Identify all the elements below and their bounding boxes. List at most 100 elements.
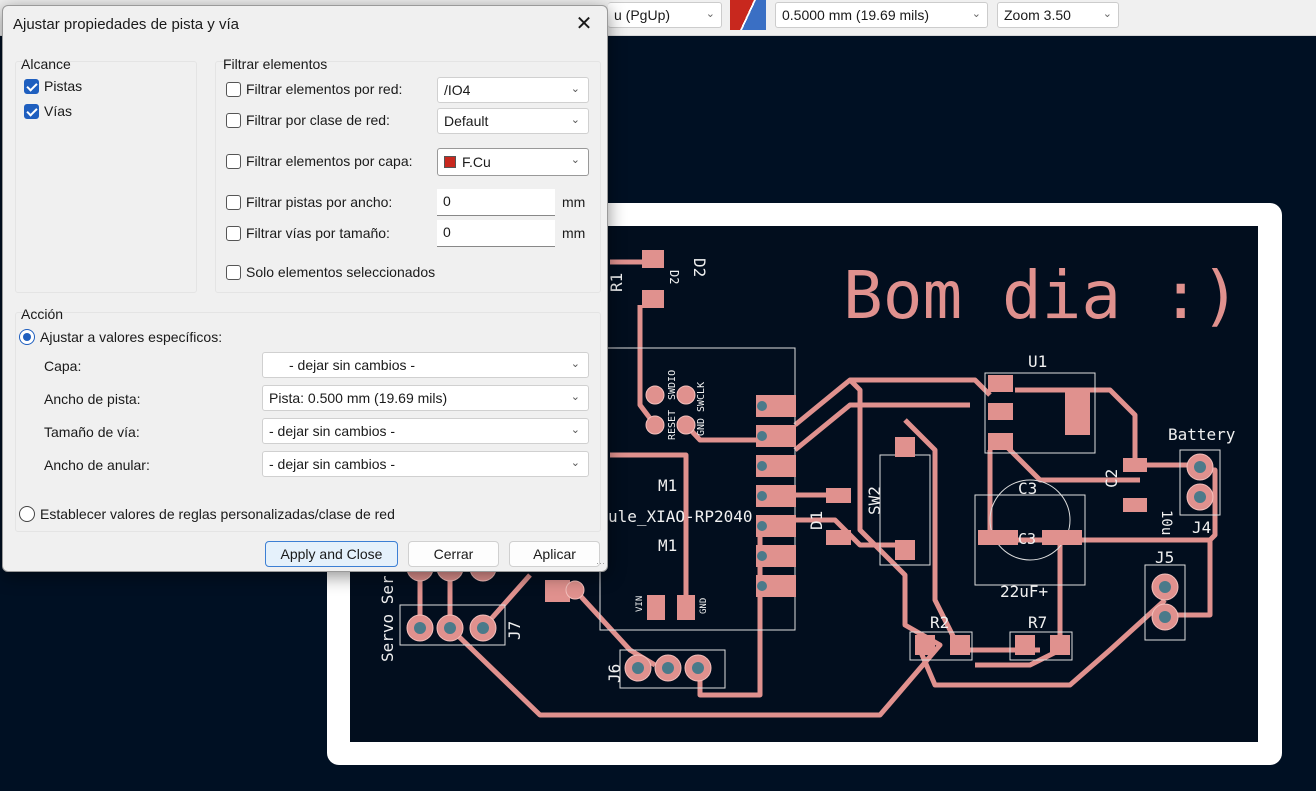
scope-title: Alcance (21, 56, 71, 72)
checkbox-checked-icon (24, 103, 39, 119)
checkbox-checked-icon (24, 78, 39, 94)
label-servo: Servo Ser (378, 575, 397, 662)
layer-filter-select[interactable]: F.Cu ⌄ (437, 148, 589, 176)
layer-pair-value: u (PgUp) (614, 7, 671, 23)
track-width-unit: mm (562, 194, 586, 210)
label-j4: J4 (1192, 518, 1211, 537)
close-icon[interactable]: ✕ (569, 10, 599, 38)
zoom-select[interactable]: Zoom 3.50 ⌄ (997, 2, 1119, 28)
filter-netclass-checkbox[interactable]: Filtrar por clase de red: (226, 112, 390, 128)
label-r7: R7 (1028, 613, 1047, 632)
checkbox-icon (226, 264, 241, 280)
board-text: Bom dia :) (843, 257, 1240, 334)
label-sw2: SW2 (865, 486, 884, 515)
chevron-down-icon: ⌄ (705, 8, 715, 20)
set-netclass-radio[interactable]: Establecer valores de reglas personaliza… (19, 506, 395, 522)
annular-label: Ancho de anular: (44, 457, 150, 473)
label-m1: M1 (658, 476, 677, 495)
annular-select[interactable]: - dejar sin cambios - ⌄ (262, 451, 589, 477)
vias-label: Vías (44, 103, 73, 119)
zoom-value: Zoom 3.50 (1004, 7, 1071, 23)
label-gnd2: GND (699, 598, 709, 614)
filter-net-label: Filtrar elementos por red: (246, 81, 403, 97)
label-c2-value: 10u (1158, 510, 1174, 535)
scope-group (15, 61, 197, 293)
label-j6: J6 (605, 664, 624, 683)
label-reset: RESET (667, 410, 678, 440)
set-specific-label: Ajustar a valores específicos: (40, 329, 223, 345)
vias-checkbox[interactable]: Vías (24, 103, 72, 119)
label-swclk: SWCLK (696, 382, 707, 412)
via-size-filter-input[interactable]: 0 (437, 220, 555, 247)
label-c3b: C3 (1018, 530, 1036, 548)
chevron-down-icon: ⌄ (570, 83, 580, 95)
chevron-down-icon: ⌄ (1102, 8, 1112, 20)
filter-layer-label: Filtrar elementos por capa: (246, 153, 413, 169)
chevron-down-icon: ⌄ (570, 358, 580, 370)
filter-track-width-label: Filtrar pistas por ancho: (246, 194, 393, 210)
label-c3: C3 (1018, 479, 1037, 498)
label-vin: VIN (635, 596, 645, 612)
label-battery: Battery (1168, 425, 1236, 444)
track-width-action-select[interactable]: Pista: 0.500 mm (19.69 mils) ⌄ (262, 385, 589, 411)
checkbox-icon (226, 153, 241, 169)
track-width-select[interactable]: 0.5000 mm (19.69 mils) ⌄ (775, 2, 988, 28)
annular-value: - dejar sin cambios - (269, 456, 396, 472)
label-module: ule_XIAO-RP2040 (608, 507, 753, 526)
chevron-down-icon: ⌄ (570, 424, 580, 436)
via-size-select[interactable]: - dejar sin cambios - ⌄ (262, 418, 589, 444)
tracks-checkbox[interactable]: Pistas (24, 78, 82, 94)
track-via-properties-dialog: Ajustar propiedades de pista y vía ✕ Alc… (2, 5, 608, 572)
chevron-down-icon: ⌄ (570, 457, 580, 469)
netclass-value: Default (444, 113, 489, 129)
via-size-value: - dejar sin cambios - (269, 423, 396, 439)
apply-button[interactable]: Aplicar (509, 541, 600, 567)
label-r2: R2 (930, 613, 949, 632)
layer-pair-swatch-icon[interactable] (730, 0, 766, 30)
filter-via-size-label: Filtrar vías por tamaño: (246, 225, 390, 241)
action-title: Acción (21, 306, 64, 322)
radio-selected-icon (19, 329, 35, 345)
chevron-down-icon: ⌄ (971, 8, 981, 20)
filter-netclass-label: Filtrar por clase de red: (246, 112, 390, 128)
label-c2: C2 (1102, 469, 1121, 488)
tracks-label: Pistas (44, 78, 83, 94)
set-specific-radio[interactable]: Ajustar a valores específicos: (19, 329, 222, 345)
layer-select[interactable]: - dejar sin cambios - ⌄ (262, 352, 589, 378)
selected-only-checkbox[interactable]: Solo elementos seleccionados (226, 264, 435, 280)
chevron-down-icon: ⌄ (570, 114, 580, 126)
via-size-unit: mm (562, 225, 586, 241)
track-width-action-value: Pista: 0.500 mm (19.69 mils) (269, 390, 448, 406)
filter-via-size-checkbox[interactable]: Filtrar vías por tamaño: (226, 225, 390, 241)
apply-and-close-button[interactable]: Apply and Close (265, 541, 398, 567)
label-m1b: M1 (658, 536, 677, 555)
close-button[interactable]: Cerrar (408, 541, 499, 567)
layer-filter-value: F.Cu (462, 154, 491, 170)
net-select[interactable]: /IO4 ⌄ (437, 77, 589, 103)
track-width-label: Ancho de pista: (44, 391, 141, 407)
resize-grip-icon[interactable]: ⋯ (596, 558, 605, 569)
label-j7: J7 (505, 621, 524, 640)
dialog-title: Ajustar propiedades de pista y vía (13, 16, 239, 33)
filter-net-checkbox[interactable]: Filtrar elementos por red: (226, 81, 402, 97)
track-width-filter-input[interactable]: 0 (437, 189, 555, 216)
checkbox-icon (226, 112, 241, 128)
label-gnd: GND (696, 418, 707, 436)
label-d2: D2 (690, 258, 709, 277)
track-width-value: 0.5000 mm (19.69 mils) (782, 7, 930, 23)
layer-pair-select[interactable]: u (PgUp) ⌄ (608, 2, 722, 28)
filter-track-width-checkbox[interactable]: Filtrar pistas por ancho: (226, 194, 392, 210)
filter-title: Filtrar elementos (223, 56, 328, 72)
label-swdio: SWDIO (667, 370, 678, 400)
via-size-label: Tamaño de vía: (44, 424, 140, 440)
chevron-down-icon: ⌄ (570, 391, 580, 403)
layer-label: Capa: (44, 358, 82, 374)
set-netclass-label: Establecer valores de reglas personaliza… (40, 506, 395, 522)
label-d2b: D2 (667, 270, 681, 284)
label-u1: U1 (1028, 352, 1047, 371)
label-d1: D1 (807, 511, 826, 530)
checkbox-icon (226, 194, 241, 210)
chevron-down-icon: ⌄ (570, 154, 580, 166)
filter-layer-checkbox[interactable]: Filtrar elementos por capa: (226, 153, 413, 169)
netclass-select[interactable]: Default ⌄ (437, 108, 589, 134)
